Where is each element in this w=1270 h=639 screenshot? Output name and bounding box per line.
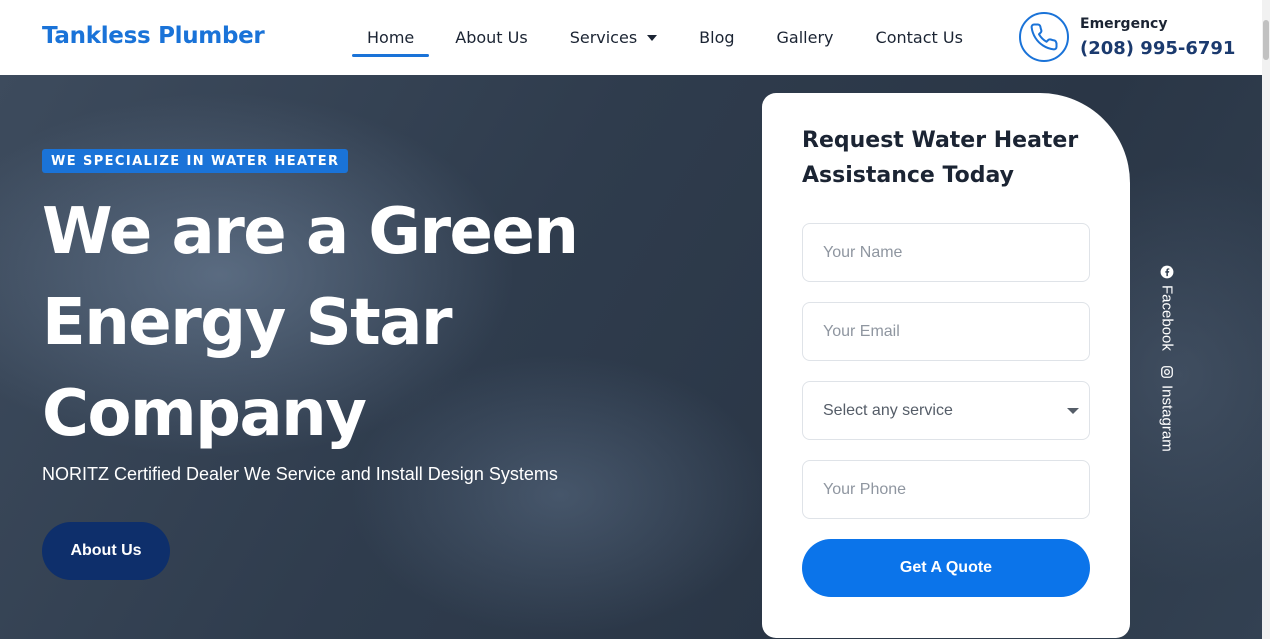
facebook-label: Facebook	[1158, 285, 1176, 351]
nav-contact[interactable]: Contact Us	[876, 0, 963, 75]
nav-about[interactable]: About Us	[455, 0, 527, 75]
hero-badge: WE SPECIALIZE IN WATER HEATER	[42, 149, 349, 173]
emergency-number[interactable]: (208) 995-6791	[1080, 38, 1235, 59]
name-field[interactable]	[802, 223, 1090, 282]
chevron-down-icon	[1067, 408, 1079, 414]
quote-form-card: Request Water Heater Assistance Today Se…	[762, 93, 1130, 638]
scrollbar[interactable]	[1262, 0, 1270, 639]
form-title: Request Water Heater Assistance Today	[802, 128, 1079, 188]
email-field[interactable]	[802, 302, 1090, 361]
nav-services[interactable]: Services	[569, 0, 658, 75]
get-quote-button[interactable]: Get A Quote	[802, 539, 1090, 597]
site-logo[interactable]: Tankless Plumber	[42, 23, 265, 49]
nav-blog[interactable]: Blog	[699, 0, 734, 75]
emergency-text: Emergency (208) 995-6791	[1080, 16, 1235, 59]
nav-home[interactable]: Home	[352, 0, 430, 75]
service-select[interactable]: Select any service	[802, 381, 1090, 440]
hero-subtitle: NORITZ Certified Dealer We Service and I…	[42, 464, 558, 484]
facebook-icon	[1160, 265, 1174, 279]
nav-services-label: Services	[569, 28, 638, 47]
hero-title: We are a Green Energy Star Company	[42, 195, 579, 451]
site-header: Tankless Plumber Home About Us Services …	[0, 0, 1262, 75]
hero-section: WE SPECIALIZE IN WATER HEATER We are a G…	[0, 75, 1262, 639]
service-select-value: Select any service	[823, 401, 953, 419]
main-nav: Home About Us Services Blog Gallery Cont…	[352, 0, 1005, 75]
chevron-down-icon	[647, 34, 658, 41]
phone-icon	[1019, 12, 1069, 62]
scrollbar-thumb[interactable]	[1263, 20, 1269, 60]
social-facebook[interactable]: Facebook	[1159, 265, 1176, 351]
phone-field[interactable]	[802, 460, 1090, 519]
emergency-label: Emergency	[1080, 15, 1168, 32]
about-us-button[interactable]: About Us	[42, 522, 170, 580]
instagram-icon	[1161, 365, 1173, 378]
social-links: Facebook Instagram	[1157, 265, 1177, 466]
emergency-contact[interactable]: Emergency (208) 995-6791	[1019, 12, 1235, 62]
nav-gallery[interactable]: Gallery	[777, 0, 834, 75]
social-instagram[interactable]: Instagram	[1159, 365, 1176, 452]
instagram-label: Instagram	[1158, 384, 1176, 452]
